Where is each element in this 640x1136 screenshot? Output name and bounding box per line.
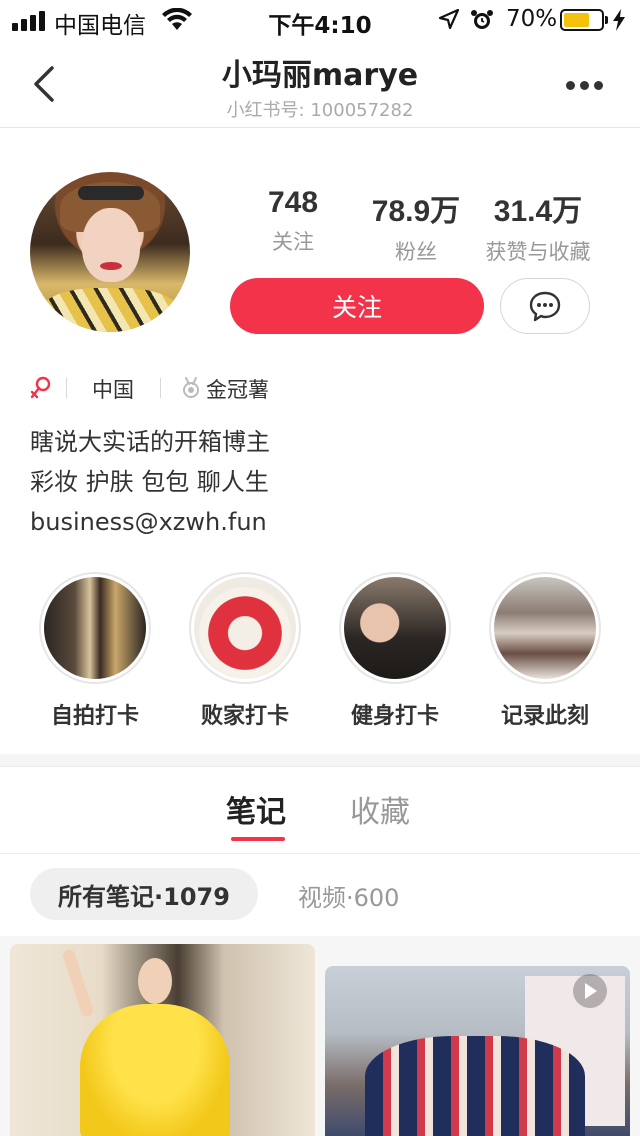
highlight-label: 健身打卡	[350, 704, 439, 729]
charging-bolt-icon	[612, 9, 626, 35]
highlight-moments[interactable]: 记录此刻	[470, 572, 620, 730]
battery-icon	[560, 9, 604, 31]
highlight-shopping[interactable]: 败家打卡	[170, 572, 320, 730]
section-divider	[0, 754, 640, 766]
highlight-label: 记录此刻	[500, 704, 589, 729]
battery-cap	[605, 16, 608, 24]
highlight-thumbnail	[39, 572, 151, 684]
filter-videos[interactable]: 视频·600	[298, 878, 399, 913]
note-card[interactable]	[325, 966, 630, 1136]
stat-label: 获赞与收藏	[485, 240, 591, 264]
highlight-thumbnail	[189, 572, 301, 684]
active-tab-indicator	[231, 837, 285, 841]
bio-email: business@xzwh.fun	[30, 508, 267, 536]
location-arrow-icon	[438, 8, 460, 34]
nav-bar: 小玛丽marye 小红书号: 100057282	[0, 40, 640, 128]
highlight-fitness[interactable]: 健身打卡	[320, 572, 470, 730]
avatar[interactable]	[30, 172, 190, 332]
stat-value: 748	[267, 186, 319, 219]
more-button[interactable]	[560, 70, 610, 100]
battery-level	[564, 13, 590, 27]
play-icon	[573, 974, 607, 1008]
bio-line: 瞎说大实话的开箱博主	[30, 428, 270, 456]
level-badge[interactable]: 金冠薯	[206, 374, 269, 404]
female-icon	[30, 376, 52, 405]
alarm-clock-icon	[470, 8, 494, 36]
profile-stats: 748 关注 78.9万 粉丝 31.4万 获赞与收藏	[230, 186, 610, 264]
follow-button[interactable]: 关注	[230, 278, 484, 334]
highlight-selfie[interactable]: 自拍打卡	[20, 572, 170, 730]
user-id: 小红书号: 100057282	[226, 100, 414, 121]
more-dots-icon	[566, 81, 575, 90]
divider	[66, 378, 67, 398]
message-button[interactable]	[500, 278, 590, 334]
location-text: 中国	[92, 378, 134, 402]
tab-collections[interactable]: 收藏	[350, 787, 410, 831]
highlight-label: 败家打卡	[200, 704, 289, 729]
stat-value: 78.9万	[371, 195, 461, 228]
bio: 瞎说大实话的开箱博主 彩妆 护肤 包包 聊人生 business@xzwh.fu…	[30, 422, 270, 542]
stat-likes-collects[interactable]: 31.4万 获赞与收藏	[475, 186, 601, 266]
tab-notes[interactable]: 笔记	[226, 787, 286, 831]
highlight-label: 自拍打卡	[50, 704, 139, 729]
battery-percent: 70%	[506, 6, 558, 32]
stat-value: 31.4万	[493, 195, 583, 228]
chat-bubble-icon	[529, 291, 561, 322]
stat-followers[interactable]: 78.9万 粉丝	[353, 186, 479, 266]
medal-icon	[180, 376, 202, 405]
highlights: 自拍打卡 败家打卡 健身打卡 记录此刻	[0, 572, 640, 732]
page-title: 小玛丽marye	[221, 58, 419, 93]
bio-line: 彩妆 护肤 包包 聊人生	[30, 468, 269, 496]
status-bar: 中国电信 下午4:10 70%	[0, 0, 640, 40]
content-tabs: 笔记 收藏	[0, 766, 640, 854]
stat-label: 关注	[272, 230, 314, 254]
highlight-thumbnail	[339, 572, 451, 684]
note-card[interactable]	[10, 944, 315, 1136]
divider	[160, 378, 161, 398]
stat-following[interactable]: 748 关注	[230, 186, 356, 256]
note-filters: 所有笔记·1079 视频·600	[0, 854, 640, 936]
profile-meta: 中国 金冠薯	[30, 372, 590, 404]
highlight-thumbnail	[489, 572, 601, 684]
stat-label: 粉丝	[395, 240, 437, 264]
filter-all-notes[interactable]: 所有笔记·1079	[30, 868, 258, 920]
